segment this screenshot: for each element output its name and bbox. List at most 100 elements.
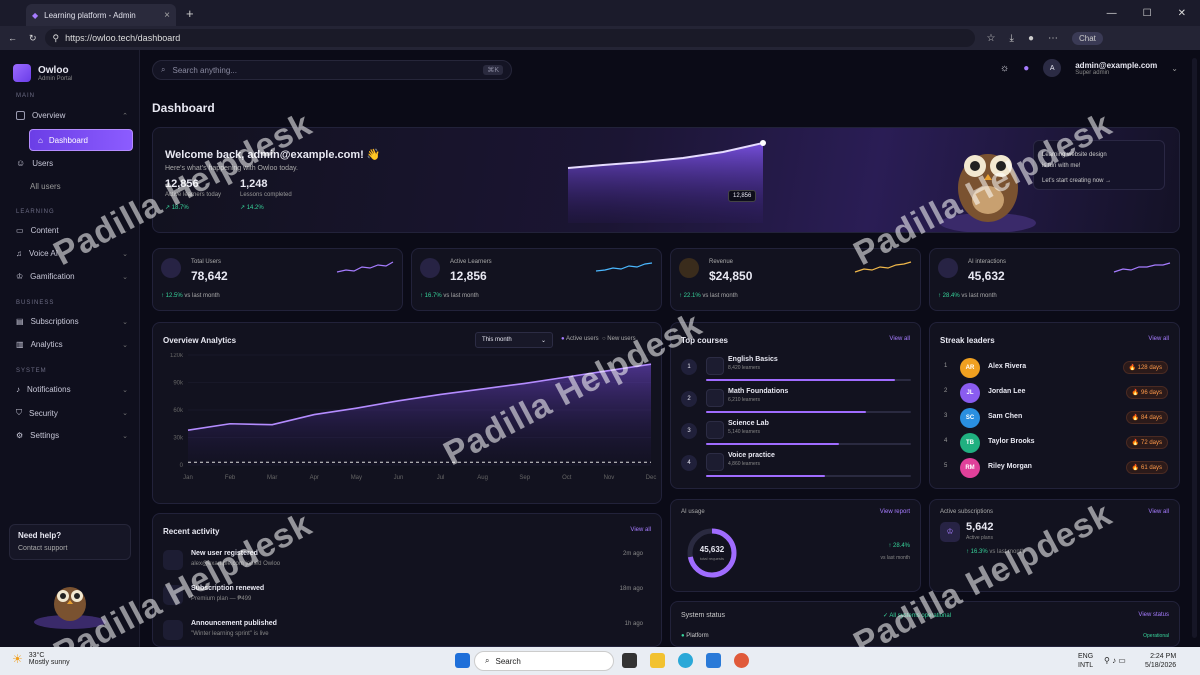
- system-tray-icons[interactable]: ⚲ ♪ ▭: [1104, 656, 1126, 665]
- activity-subtitle: Premium plan — ₱499: [191, 596, 252, 602]
- taskbar-search[interactable]: ⌕ Search: [474, 651, 614, 671]
- leader-row[interactable]: 5 RM Riley Morgan 🔥 61 days: [940, 457, 1168, 479]
- course-row[interactable]: 2 Math Foundations 6,210 learners: [681, 387, 911, 415]
- avatar: AR: [960, 358, 980, 378]
- course-row[interactable]: 3 Science Lab 5,140 learners: [681, 419, 911, 447]
- site-info-icon[interactable]: ⚲: [53, 33, 60, 44]
- activity-item[interactable]: Announcement published "Winter learning s…: [163, 618, 643, 650]
- sidebar-item-dashboard[interactable]: ⌂ Dashboard: [29, 129, 133, 151]
- close-window-icon[interactable]: ✕: [1178, 8, 1186, 19]
- card-title: System status: [681, 612, 725, 619]
- view-all-link[interactable]: View all: [1148, 336, 1169, 342]
- more-icon[interactable]: ⋯: [1048, 33, 1058, 44]
- theme-toggle-icon[interactable]: ☼: [1000, 63, 1009, 74]
- leader-row[interactable]: 4 TB Taylor Brooks 🔥 72 days: [940, 432, 1168, 454]
- avatar[interactable]: A: [1043, 59, 1062, 77]
- sidebar-item-content[interactable]: ▭ Content ⌄: [16, 226, 128, 235]
- back-icon[interactable]: ←: [8, 33, 17, 43]
- stat-label: AI interactions: [968, 259, 1007, 265]
- sidebar-item-voice-ai[interactable]: ♫ Voice AI ⌄: [16, 249, 128, 258]
- chevron-down-icon[interactable]: ⌄: [1171, 64, 1178, 73]
- brand[interactable]: Owloo Admin Portal: [13, 64, 72, 82]
- stat-label: Lessons completed: [240, 192, 292, 198]
- section-business: BUSINESS: [16, 300, 55, 306]
- clock[interactable]: 2:24 PM 5/18/2026: [1145, 652, 1176, 670]
- minimize-icon[interactable]: —: [1107, 8, 1117, 19]
- vscode-icon[interactable]: [706, 653, 721, 668]
- stat-delta: ↑ 16.3% vs last month: [966, 549, 1025, 555]
- progress-track: [706, 443, 911, 445]
- leader-row[interactable]: 1 AR Alex Rivera 🔥 128 days: [940, 357, 1168, 379]
- task-view-icon[interactable]: [622, 653, 637, 668]
- leader-row[interactable]: 3 SC Sam Chen 🔥 84 days: [940, 407, 1168, 429]
- help-card[interactable]: Need help? Contact support: [9, 524, 131, 560]
- notifications-icon[interactable]: ●: [1023, 63, 1029, 74]
- active-subscriptions-card: Active subscriptions View all ♔ 5,642 Ac…: [929, 499, 1180, 592]
- legend-item: New users: [607, 336, 636, 342]
- sidebar-item-security[interactable]: ⛉ Security ⌄: [16, 408, 128, 418]
- stat-card-ai-interactions[interactable]: AI interactions 45,632 ↑ 28.4% vs last m…: [929, 248, 1180, 311]
- activity-subtitle: alex@example.com joined Owloo: [191, 561, 281, 567]
- progress-track: [706, 411, 911, 413]
- streak-badge: 🔥 128 days: [1122, 361, 1168, 374]
- welcome-title: Welcome back, admin@example.com! 👋: [165, 149, 381, 161]
- chat-button[interactable]: Chat: [1071, 31, 1103, 45]
- sidebar-item-settings[interactable]: ⚙ Settings ⌄: [16, 431, 128, 440]
- activity-icon: [163, 585, 183, 605]
- analytics-card: Overview Analytics This month ⌄ ● Active …: [152, 322, 662, 504]
- stat-value: 45,632: [968, 269, 1005, 283]
- legend-dot-icon: ●: [561, 336, 565, 342]
- scrollbar[interactable]: [1192, 58, 1197, 638]
- language-indicator[interactable]: ENG INTL: [1078, 652, 1093, 670]
- course-row[interactable]: 4 Voice practice 4,860 learners: [681, 451, 911, 479]
- start-icon[interactable]: [455, 653, 470, 668]
- stat-card-total-users[interactable]: Total Users 78,642 ↑ 12.5% vs last month: [152, 248, 403, 311]
- view-all-link[interactable]: View all: [630, 527, 651, 533]
- search-input[interactable]: ⌕ Search anything... ⌘K: [152, 60, 512, 80]
- range-select[interactable]: This month ⌄: [475, 332, 553, 348]
- sidebar-item-gamification[interactable]: ♔ Gamification ⌄: [16, 272, 128, 281]
- profile-icon[interactable]: ●: [1028, 33, 1034, 44]
- dashboard-icon: ⌂: [38, 135, 43, 145]
- course-learners: 5,140 learners: [728, 429, 760, 435]
- sidebar-item-overview[interactable]: Overview ⌃: [16, 111, 128, 120]
- stat-note: vs last month: [702, 293, 738, 299]
- x-tick-label: Oct: [562, 475, 572, 481]
- sidebar-item-all-users[interactable]: All users: [30, 182, 120, 191]
- bubble-cta[interactable]: Let's start creating now →: [1042, 176, 1156, 187]
- refresh-icon[interactable]: ↻: [29, 33, 37, 44]
- sidebar-item-users[interactable]: ☺ Users: [16, 158, 128, 168]
- chevron-down-icon: ⌄: [122, 432, 128, 440]
- sidebar-item-notifications[interactable]: ♪ Notifications ⌄: [16, 385, 128, 394]
- edge-icon[interactable]: [678, 653, 693, 668]
- stat-card-active-learners[interactable]: Active Learners 12,856 ↑ 16.7% vs last m…: [411, 248, 662, 311]
- view-report-link[interactable]: View report: [880, 509, 910, 515]
- shortcut-badge: ⌘K: [483, 65, 503, 75]
- app-icon[interactable]: [734, 653, 749, 668]
- view-status-link[interactable]: View status: [1138, 612, 1169, 618]
- url-field[interactable]: ⚲ https://owloo.tech/dashboard: [44, 29, 975, 47]
- stat-delta: ↗ 14.2%: [240, 205, 264, 211]
- user-menu[interactable]: admin@example.com Super admin: [1075, 61, 1157, 76]
- weather-widget[interactable]: ☀ 33°C Mostly sunny: [12, 652, 70, 666]
- file-explorer-icon[interactable]: [650, 653, 665, 668]
- contact-support-link[interactable]: Contact support: [18, 545, 122, 552]
- view-all-link[interactable]: View all: [1148, 509, 1169, 515]
- course-row[interactable]: 1 English Basics 8,420 learners: [681, 355, 911, 383]
- stat-card-revenue[interactable]: Revenue $24,850 ↑ 22.1% vs last month: [670, 248, 921, 311]
- lang-line: ENG: [1078, 653, 1094, 660]
- download-icon[interactable]: ⤓: [1010, 33, 1014, 44]
- hero-stat-learners: 12,856 Active learners today ↗ 18.7%: [165, 178, 221, 211]
- view-all-link[interactable]: View all: [889, 336, 910, 342]
- activity-item[interactable]: Subscription renewed Premium plan — ₱499 1…: [163, 583, 643, 615]
- activity-item[interactable]: New user registered alex@example.com join…: [163, 548, 643, 580]
- maximize-icon[interactable]: ☐: [1143, 8, 1152, 19]
- favorites-icon[interactable]: ☆: [987, 33, 996, 44]
- new-tab-icon[interactable]: +: [186, 6, 194, 21]
- sparkline: [595, 262, 653, 272]
- close-tab-icon[interactable]: ×: [164, 10, 170, 21]
- browser-tab[interactable]: ◆ Learning platform - Admin ×: [26, 4, 176, 26]
- sidebar-item-analytics[interactable]: ▥ Analytics ⌄: [16, 340, 128, 349]
- sidebar-item-subscriptions[interactable]: ▤ Subscriptions ⌄: [16, 317, 128, 326]
- leader-row[interactable]: 2 JL Jordan Lee 🔥 96 days: [940, 382, 1168, 404]
